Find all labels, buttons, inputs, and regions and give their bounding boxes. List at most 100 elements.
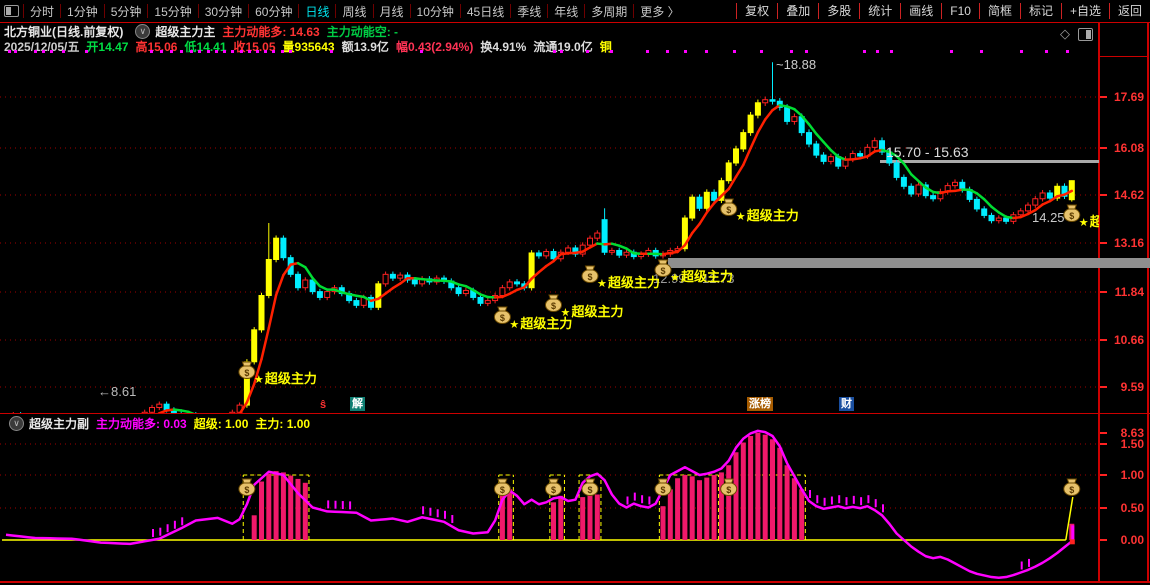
chart-badge-财[interactable]: 财 xyxy=(839,397,854,411)
svg-text:超级: 超级 xyxy=(1090,214,1099,229)
tab-季线[interactable]: 季线 xyxy=(511,3,547,20)
sub-value-super: 超级: 1.00 xyxy=(194,415,249,432)
svg-text:★: ★ xyxy=(509,319,519,331)
signal-dots-row xyxy=(8,50,1069,53)
pane-split-icon[interactable] xyxy=(1078,28,1093,41)
tab-周线[interactable]: 周线 xyxy=(336,3,372,20)
main-chart-canvas[interactable]: ~18.88←8.6115.70 - 15.6314.2512.9912.73$… xyxy=(0,46,1099,413)
money-bag-icon: $ xyxy=(655,260,671,277)
toolbar-buttons: 复权叠加多股统计画线F10简框标记+自选返回 xyxy=(736,0,1150,22)
tab-45日线[interactable]: 45日线 xyxy=(461,3,510,20)
sub-axis-label: 1.50 xyxy=(1121,437,1144,451)
collapse-chevron-icon[interactable]: ∨ xyxy=(135,24,150,39)
tab-更多 〉[interactable]: 更多 〉 xyxy=(634,3,685,20)
svg-text:~18.88: ~18.88 xyxy=(776,57,816,72)
top-toolbar: 分时1分钟5分钟15分钟30分钟60分钟日线周线月线10分钟45日线季线年线多周… xyxy=(0,0,1150,22)
svg-text:15.70 - 15.63: 15.70 - 15.63 xyxy=(886,144,969,160)
quote-header-row: 北方铜业(日线.前复权) ∨ 超级主力主 主力动能多: 14.63主力动能空: … xyxy=(4,24,405,39)
axis-tick-mark xyxy=(1100,474,1107,476)
diamond-icon[interactable]: ◇ xyxy=(1060,26,1070,42)
tab-10分钟[interactable]: 10分钟 xyxy=(411,3,460,20)
svg-text:$: $ xyxy=(500,485,505,495)
money-bag-icon: $ xyxy=(721,199,737,216)
tab-分时[interactable]: 分时 xyxy=(24,3,60,20)
svg-text:$: $ xyxy=(551,485,556,495)
svg-text:$: $ xyxy=(244,368,249,378)
button-画线[interactable]: 画线 xyxy=(900,3,941,19)
svg-text:超级主力: 超级主力 xyxy=(265,371,317,386)
sub-axis-label: 0.00 xyxy=(1121,533,1144,547)
money-bag-icon: $ xyxy=(239,479,255,496)
sub-chart-canvas[interactable]: $ $ $ $ $ $ $ xyxy=(0,414,1099,581)
svg-text:$: $ xyxy=(587,485,592,495)
sub-axis-label: 1.00 xyxy=(1121,468,1144,482)
svg-text:$: $ xyxy=(1069,211,1074,221)
sub-buy-signals: $ $ $ $ $ $ $ xyxy=(239,479,1080,496)
tab-1分钟[interactable]: 1分钟 xyxy=(61,3,104,20)
window-bottom-border xyxy=(0,581,1150,583)
money-bag-icon: $ xyxy=(239,362,255,379)
svg-text:★: ★ xyxy=(1079,217,1089,229)
sub-indicator-header: ∨ 超级主力副 主力动能多: 0.03 超级: 1.00 主力: 1.00 xyxy=(4,415,317,431)
candlestick-series xyxy=(4,62,1075,413)
svg-text:←8.61: ←8.61 xyxy=(98,384,136,399)
svg-text:$: $ xyxy=(726,485,731,495)
tab-5分钟[interactable]: 5分钟 xyxy=(105,3,148,20)
main-annotations: ~18.88←8.6115.70 - 15.6314.2512.9912.73 xyxy=(98,57,1065,399)
button-简框[interactable]: 简框 xyxy=(979,3,1020,19)
chart-badge-ŝ[interactable]: ŝ xyxy=(318,398,328,412)
money-bag-icon: $ xyxy=(655,479,671,496)
svg-text:超级主力: 超级主力 xyxy=(608,275,660,290)
tab-60分钟[interactable]: 60分钟 xyxy=(249,3,298,20)
sub-value-main: 主力: 1.00 xyxy=(255,415,310,432)
svg-text:★: ★ xyxy=(736,211,746,223)
svg-text:14.25: 14.25 xyxy=(1032,210,1065,225)
button-复权[interactable]: 复权 xyxy=(736,3,777,19)
money-bag-icon: $ xyxy=(1064,479,1080,496)
svg-text:$: $ xyxy=(726,205,731,215)
sub-value-energy: 主力动能多: 0.03 xyxy=(96,415,187,432)
trading-app-window: { "colors": { "bg": "#000000", "frame_re… xyxy=(0,0,1150,585)
energy-line xyxy=(6,431,1072,578)
svg-text:$: $ xyxy=(660,485,665,495)
indicator-field: 主力动能多: 14.63 xyxy=(222,25,319,39)
axis-top-border xyxy=(1099,56,1148,57)
tab-日线[interactable]: 日线 xyxy=(299,3,335,20)
chart-badge-解[interactable]: 解 xyxy=(350,397,365,411)
tab-15分钟[interactable]: 15分钟 xyxy=(148,3,197,20)
tab-多周期[interactable]: 多周期 xyxy=(585,3,633,20)
indicator-name-sub: 超级主力副 xyxy=(29,415,89,432)
svg-text:★: ★ xyxy=(597,278,607,290)
money-bag-icon: $ xyxy=(546,479,562,496)
svg-text:★: ★ xyxy=(670,272,680,284)
svg-text:$: $ xyxy=(551,301,556,311)
svg-text:超级主力: 超级主力 xyxy=(747,208,799,223)
indicator-field: 主力动能空: - xyxy=(327,25,398,39)
button-统计[interactable]: 统计 xyxy=(859,3,900,19)
svg-text:$: $ xyxy=(500,313,505,323)
axis-tick-mark xyxy=(1100,507,1107,509)
window-split-icon[interactable] xyxy=(4,5,19,17)
chart-badge-涨榜[interactable]: 涨榜 xyxy=(747,397,773,411)
money-bag-icon: $ xyxy=(494,479,510,496)
window-right-border xyxy=(1147,22,1149,583)
button-叠加[interactable]: 叠加 xyxy=(777,3,818,19)
tab-月线[interactable]: 月线 xyxy=(374,3,410,20)
collapse-chevron-icon[interactable]: ∨ xyxy=(9,416,24,431)
svg-text:$: $ xyxy=(587,272,592,282)
tab-30分钟[interactable]: 30分钟 xyxy=(199,3,248,20)
button-F10[interactable]: F10 xyxy=(941,3,979,19)
tab-年线[interactable]: 年线 xyxy=(548,3,584,20)
money-bag-icon: $ xyxy=(582,266,598,283)
money-bag-icon: $ xyxy=(546,295,562,312)
period-tabs: 分时1分钟5分钟15分钟30分钟60分钟日线周线月线10分钟45日线季线年线多周… xyxy=(24,3,686,20)
button-标记[interactable]: 标记 xyxy=(1020,3,1061,19)
main-buy-signals: $★超级主力$★超级主力$★超级主力$★超级主力$★超级主力$★超级主力$★超级 xyxy=(239,199,1099,386)
svg-text:$: $ xyxy=(1069,485,1074,495)
money-bag-icon: $ xyxy=(494,307,510,324)
chart-corner-icons: ◇ xyxy=(1060,26,1093,42)
svg-text:$: $ xyxy=(660,266,665,276)
button-多股[interactable]: 多股 xyxy=(818,3,859,19)
money-bag-icon: $ xyxy=(1064,205,1080,222)
axis-tick-mark xyxy=(1100,539,1107,541)
